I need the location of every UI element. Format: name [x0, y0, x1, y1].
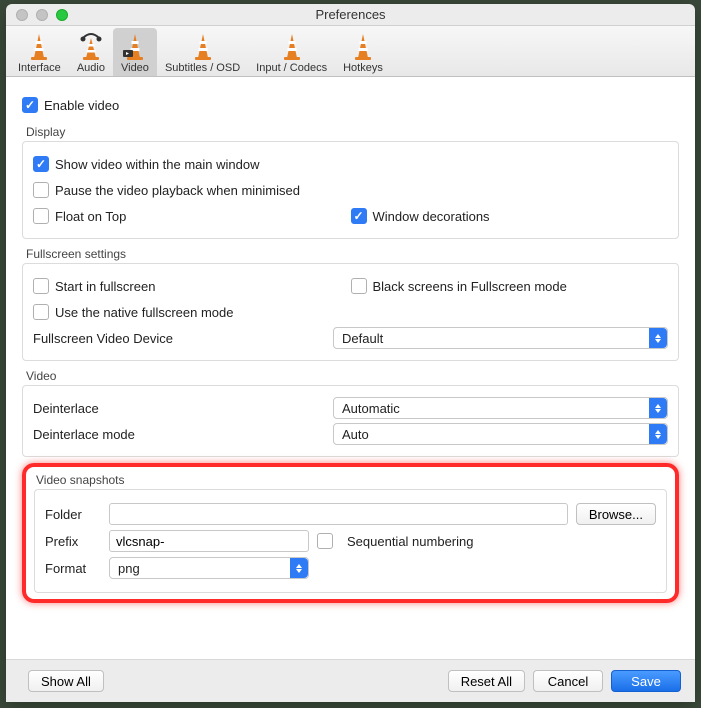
cone-icon: [77, 32, 105, 62]
folder-input[interactable]: [109, 503, 568, 525]
format-label: Format: [45, 561, 101, 576]
video-group: Deinterlace Automatic Deinterlace mode A…: [22, 385, 679, 457]
titlebar: Preferences: [6, 4, 695, 26]
tab-audio[interactable]: Audio: [69, 28, 113, 76]
show-in-main-checkbox[interactable]: [33, 156, 49, 172]
chevron-updown-icon: [649, 424, 667, 444]
format-select[interactable]: png: [109, 557, 309, 579]
cone-icon: [121, 32, 149, 62]
cancel-button[interactable]: Cancel: [533, 670, 603, 692]
deinterlace-mode-label: Deinterlace mode: [33, 427, 333, 442]
tab-interface[interactable]: Interface: [10, 28, 69, 76]
chevron-updown-icon: [290, 558, 308, 578]
deinterlace-label: Deinterlace: [33, 401, 333, 416]
chevron-updown-icon: [649, 398, 667, 418]
enable-video-checkbox[interactable]: [22, 97, 38, 113]
sequential-numbering-label: Sequential numbering: [347, 534, 473, 549]
folder-label: Folder: [45, 507, 101, 522]
cone-icon: [25, 32, 53, 62]
fullscreen-group: Start in fullscreen Black screens in Ful…: [22, 263, 679, 361]
enable-video-label: Enable video: [44, 98, 119, 113]
deinterlace-mode-select[interactable]: Auto: [333, 423, 668, 445]
window-title: Preferences: [6, 7, 695, 22]
snapshots-group: Folder Browse... Prefix Sequential numbe…: [34, 489, 667, 593]
content: Enable video Display Show video within t…: [6, 77, 695, 659]
video-group-label: Video: [26, 369, 679, 383]
tab-subtitles[interactable]: Subtitles / OSD: [157, 28, 248, 76]
tab-input-codecs[interactable]: Input / Codecs: [248, 28, 335, 76]
show-all-button[interactable]: Show All: [28, 670, 104, 692]
snapshots-group-label: Video snapshots: [36, 473, 667, 487]
display-group: Show video within the main window Pause …: [22, 141, 679, 239]
display-group-label: Display: [26, 125, 679, 139]
native-fullscreen-checkbox[interactable]: [33, 304, 49, 320]
fullscreen-device-label: Fullscreen Video Device: [33, 331, 333, 346]
reset-all-button[interactable]: Reset All: [448, 670, 525, 692]
float-on-top-checkbox[interactable]: [33, 208, 49, 224]
prefix-label: Prefix: [45, 534, 101, 549]
prefix-input[interactable]: [109, 530, 309, 552]
tab-hotkeys[interactable]: Hotkeys: [335, 28, 391, 76]
sequential-numbering-checkbox[interactable]: [317, 533, 333, 549]
toolbar: Interface Audio Video Subtitles / OSD In…: [6, 26, 695, 77]
pause-minimised-checkbox[interactable]: [33, 182, 49, 198]
browse-button[interactable]: Browse...: [576, 503, 656, 525]
preferences-window: Preferences Interface Audio Video Subtit…: [6, 4, 695, 702]
fullscreen-group-label: Fullscreen settings: [26, 247, 679, 261]
chevron-updown-icon: [649, 328, 667, 348]
footer: Show All Reset All Cancel Save: [6, 659, 695, 702]
cone-icon: [349, 32, 377, 62]
save-button[interactable]: Save: [611, 670, 681, 692]
start-fullscreen-checkbox[interactable]: [33, 278, 49, 294]
black-screens-checkbox[interactable]: [351, 278, 367, 294]
snapshots-highlight: Video snapshots Folder Browse... Prefix …: [22, 463, 679, 603]
cone-icon: [278, 32, 306, 62]
deinterlace-select[interactable]: Automatic: [333, 397, 668, 419]
window-decorations-checkbox[interactable]: [351, 208, 367, 224]
cone-icon: [189, 32, 217, 62]
tab-video[interactable]: Video: [113, 28, 157, 76]
fullscreen-device-select[interactable]: Default: [333, 327, 668, 349]
